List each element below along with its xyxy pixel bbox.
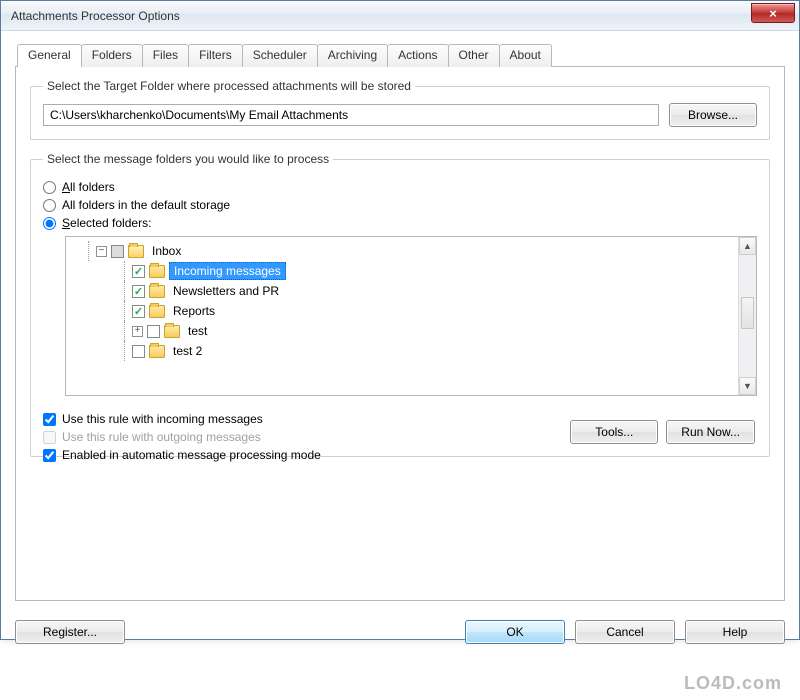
check-auto-label: Enabled in automatic message processing … — [62, 448, 321, 462]
help-button-label: Help — [723, 625, 748, 639]
tree-item-incoming[interactable]: Incoming messages — [76, 261, 738, 281]
radio-default-storage-label: All folders in the default storage — [62, 198, 230, 212]
tree-item-newsletters[interactable]: Newsletters and PR — [76, 281, 738, 301]
tools-button-label: Tools... — [595, 425, 633, 439]
watermark: LO4D.com — [684, 673, 782, 694]
checkbox-newsletters[interactable] — [132, 285, 145, 298]
check-auto-mode[interactable]: Enabled in automatic message processing … — [43, 448, 757, 462]
tab-panel-general: Select the Target Folder where processed… — [15, 66, 785, 601]
tab-files[interactable]: Files — [142, 44, 189, 67]
browse-button-label: Browse... — [688, 108, 738, 122]
folder-icon — [149, 285, 165, 298]
tab-scheduler[interactable]: Scheduler — [242, 44, 318, 67]
tab-other[interactable]: Other — [448, 44, 500, 67]
radio-selected-folders-input[interactable] — [43, 217, 56, 230]
checkbox-test[interactable] — [147, 325, 160, 338]
radio-selected-label: Selected folders: — [62, 216, 151, 230]
dialog-button-bar: Register... OK Cancel Help — [1, 611, 799, 653]
tab-folders[interactable]: Folders — [81, 44, 143, 67]
ok-button-label: OK — [506, 625, 523, 639]
message-folders-legend: Select the message folders you would lik… — [43, 152, 333, 166]
tree-item-reports[interactable]: Reports — [76, 301, 738, 321]
radio-all-under: A — [62, 180, 70, 194]
dialog-window: Attachments Processor Options × General … — [0, 0, 800, 640]
title-bar: Attachments Processor Options × — [1, 1, 799, 31]
scroll-up-icon[interactable]: ▲ — [739, 237, 756, 255]
check-incoming-label: Use this rule with incoming messages — [62, 412, 263, 426]
tree-label-test: test — [184, 323, 211, 339]
check-auto-input[interactable] — [43, 449, 56, 462]
register-button-label: Register... — [43, 625, 97, 639]
radio-selected-folders[interactable]: Selected folders: — [43, 216, 757, 230]
tree-label-test2: test 2 — [169, 343, 206, 359]
check-incoming-input[interactable] — [43, 413, 56, 426]
register-button[interactable]: Register... — [15, 620, 125, 644]
checkbox-reports[interactable] — [132, 305, 145, 318]
folder-icon — [149, 265, 165, 278]
check-outgoing-input — [43, 431, 56, 444]
check-outgoing-label: Use this rule with outgoing messages — [62, 430, 261, 444]
tree-item-inbox[interactable]: − Inbox — [76, 241, 738, 261]
tab-actions[interactable]: Actions — [387, 44, 448, 67]
tree-label-reports: Reports — [169, 303, 219, 319]
tree-item-test[interactable]: + test — [76, 321, 738, 341]
ok-button[interactable]: OK — [465, 620, 565, 644]
tab-archiving[interactable]: Archiving — [317, 44, 388, 67]
target-folder-legend: Select the Target Folder where processed… — [43, 79, 415, 93]
collapse-icon[interactable]: − — [96, 246, 107, 257]
checkbox-test2[interactable] — [132, 345, 145, 358]
folder-icon — [149, 305, 165, 318]
message-folders-group: Select the message folders you would lik… — [30, 152, 770, 457]
close-button[interactable]: × — [751, 3, 795, 23]
tab-general[interactable]: General — [17, 44, 82, 67]
tab-strip: General Folders Files Filters Scheduler … — [15, 44, 785, 67]
tree-label-inbox: Inbox — [148, 243, 185, 259]
close-icon: × — [769, 6, 777, 21]
cancel-button[interactable]: Cancel — [575, 620, 675, 644]
tools-button[interactable]: Tools... — [570, 420, 658, 444]
checkbox-incoming[interactable] — [132, 265, 145, 278]
radio-all-folders[interactable]: All folders — [43, 180, 757, 194]
browse-button[interactable]: Browse... — [669, 103, 757, 127]
cancel-button-label: Cancel — [606, 625, 643, 639]
folder-icon — [128, 245, 144, 258]
help-button[interactable]: Help — [685, 620, 785, 644]
tab-filters[interactable]: Filters — [188, 44, 243, 67]
client-area: General Folders Files Filters Scheduler … — [1, 31, 799, 611]
tab-about[interactable]: About — [499, 44, 552, 67]
tree-label-incoming: Incoming messages — [169, 262, 286, 280]
target-path-input[interactable] — [43, 104, 659, 126]
scroll-thumb[interactable] — [741, 297, 754, 329]
radio-all-default-storage[interactable]: All folders in the default storage — [43, 198, 757, 212]
folder-icon — [149, 345, 165, 358]
radio-all-folders-input[interactable] — [43, 181, 56, 194]
folder-icon — [164, 325, 180, 338]
scroll-down-icon[interactable]: ▼ — [739, 377, 756, 395]
target-folder-group: Select the Target Folder where processed… — [30, 79, 770, 140]
run-now-button[interactable]: Run Now... — [666, 420, 755, 444]
radio-all-label: All folders — [62, 180, 115, 194]
radio-default-storage-input[interactable] — [43, 199, 56, 212]
tree-item-test2[interactable]: test 2 — [76, 341, 738, 361]
tree-scrollbar[interactable]: ▲ ▼ — [738, 237, 756, 395]
radio-selected-under: S — [62, 216, 70, 230]
run-now-button-label: Run Now... — [681, 425, 740, 439]
window-title: Attachments Processor Options — [11, 9, 180, 23]
folder-tree[interactable]: − Inbox Incoming messages — [65, 236, 757, 396]
tree-label-newsletters: Newsletters and PR — [169, 283, 283, 299]
checkbox-inbox[interactable] — [111, 245, 124, 258]
expand-icon[interactable]: + — [132, 326, 143, 337]
